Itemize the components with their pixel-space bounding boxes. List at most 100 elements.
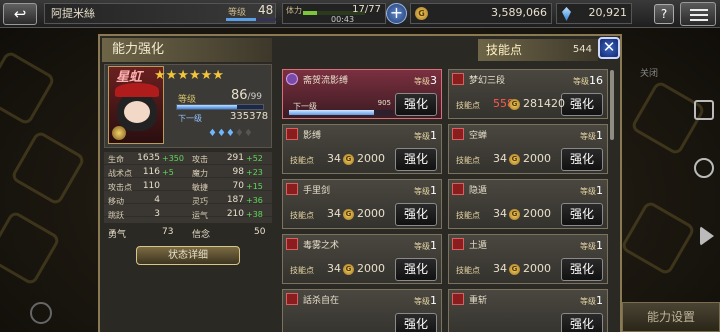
ability-level: 等级1: [580, 129, 603, 142]
ability-card[interactable]: 影缚 等级1 强化 技能点 34 G 2000: [282, 124, 442, 174]
ability-level: 等级1: [414, 239, 437, 252]
stat-name: 运气: [192, 211, 208, 220]
ability-card[interactable]: 重斩 等级1 强化: [448, 289, 608, 332]
player-exp-bar: [226, 18, 276, 21]
ability-name: 話杀自在: [303, 296, 340, 306]
ability-icon: [452, 128, 464, 140]
gil-cost: 2000: [357, 152, 385, 165]
gil-icon: G: [343, 154, 354, 165]
stat-name: 生命: [108, 155, 124, 164]
skill-points-label: 技能点: [486, 43, 523, 57]
upgrade-button[interactable]: 强化: [395, 258, 437, 281]
stat-value: 70: [232, 181, 244, 191]
gil-icon: G: [415, 7, 428, 20]
menu-button[interactable]: [680, 2, 716, 26]
ability-icon: [286, 73, 298, 85]
scrollbar[interactable]: [610, 70, 614, 140]
ability-level: 等级16: [573, 74, 603, 87]
stat-row: 攻击点 110: [104, 181, 188, 194]
ability-card[interactable]: 土遁 等级1 强化 技能点 34 G 2000: [448, 234, 608, 284]
gil-icon: G: [509, 99, 520, 110]
stat-name: 攻击点: [108, 183, 132, 192]
ability-icon: [452, 238, 464, 250]
gil-cost: 281420: [523, 97, 565, 110]
close-button[interactable]: ✕: [598, 37, 620, 59]
upgrade-button[interactable]: 强化: [561, 93, 603, 116]
upgrade-button[interactable]: 强化: [395, 313, 437, 332]
system-back-button[interactable]: [694, 100, 714, 120]
ability-card[interactable]: 毒雾之术 等级1 强化 技能点 34 G 2000: [282, 234, 442, 284]
skill-points-box: 技能点 544: [478, 39, 598, 61]
back-button[interactable]: ↩: [3, 3, 37, 25]
ability-level: 等级1: [580, 239, 603, 252]
system-play-icon[interactable]: [700, 226, 714, 246]
stat-value: 4: [154, 195, 160, 205]
upgrade-button[interactable]: 强化: [561, 258, 603, 281]
help-button[interactable]: ?: [654, 4, 674, 24]
ability-card[interactable]: 梦幻三段 等级16 强化 技能点 558 G 281420: [448, 69, 608, 119]
character-name: 星虹: [116, 70, 143, 85]
ability-card[interactable]: 斋贺流影缚 等级3 强化 下一级 905: [282, 69, 442, 119]
ability-icon: [286, 183, 298, 195]
stamina-label: 体力: [286, 6, 302, 15]
add-stamina-button[interactable]: +: [386, 3, 407, 24]
gem-box: 20,921: [556, 3, 632, 24]
stat-value: 187: [226, 195, 244, 205]
player-level-label: 等级: [228, 8, 247, 18]
skill-points-value: 544: [572, 44, 592, 55]
ability-card[interactable]: 隐遁 等级1 强化 技能点 34 G 2000: [448, 179, 608, 229]
ability-icon: [452, 293, 464, 305]
stat-name: 敏捷: [192, 183, 208, 192]
stat-value: 291: [226, 153, 244, 163]
gil-value: 3,589,066: [491, 6, 547, 19]
player-level: 48: [258, 3, 274, 17]
stamina-value: 17/77: [352, 4, 381, 15]
upgrade-button[interactable]: 强化: [561, 148, 603, 171]
ability-name: 隐遁: [469, 186, 488, 196]
status-detail-button[interactable]: 状态详细: [136, 246, 240, 265]
bravery-label: 勇气: [108, 230, 127, 240]
stat-name: 移动: [108, 197, 124, 206]
ability-level: 等级1: [414, 129, 437, 142]
upgrade-button[interactable]: 强化: [395, 203, 437, 226]
ability-level: 等级3: [414, 74, 437, 87]
upgrade-button[interactable]: 强化: [561, 203, 603, 226]
upgrade-button[interactable]: 强化: [395, 148, 437, 171]
search-icon[interactable]: [30, 302, 52, 324]
ability-set-button[interactable]: 能力设置: [622, 302, 720, 332]
gil-cost: 2000: [357, 207, 385, 220]
skill-point-cost-label: 技能点: [456, 101, 480, 110]
rarity-stars: ★★★★★★: [154, 68, 224, 83]
skill-point-cost: 34: [327, 207, 341, 220]
system-home-button[interactable]: [694, 158, 714, 178]
skill-point-cost-label: 技能点: [456, 156, 480, 165]
ability-name: 毒雾之术: [303, 241, 340, 251]
upgrade-button[interactable]: 强化: [561, 313, 603, 332]
stat-bonus: +36: [246, 196, 263, 205]
skill-point-cost: 34: [327, 262, 341, 275]
upgrade-button[interactable]: 强化: [395, 93, 437, 116]
skill-point-cost: 34: [327, 152, 341, 165]
stat-bonus: +15: [246, 182, 263, 191]
ability-progress-bar: [289, 110, 393, 115]
stat-value: 110: [142, 181, 160, 191]
ability-level: 等级1: [580, 184, 603, 197]
next-level-exp: 335378: [230, 111, 269, 122]
stamina-box: 体力 17/77 00:43: [282, 3, 386, 24]
gem-icon: [562, 7, 571, 21]
gil-cost: 2000: [523, 152, 551, 165]
ability-level: 等级1: [580, 294, 603, 307]
ability-card[interactable]: 手里剑 等级1 强化 技能点 34 G 2000: [282, 179, 442, 229]
gil-cost: 2000: [523, 262, 551, 275]
gil-icon: G: [343, 209, 354, 220]
skill-point-cost-label: 技能点: [290, 211, 314, 220]
crystal-empty-icon: ♦♦: [234, 128, 253, 139]
stat-row: 移动 4: [104, 195, 188, 208]
bravery-value: 73: [162, 227, 174, 237]
ability-card[interactable]: 話杀自在 等级1 强化: [282, 289, 442, 332]
ability-level: 等级1: [414, 184, 437, 197]
faith-value: 50: [254, 227, 266, 237]
ability-icon: [286, 238, 298, 250]
ability-card[interactable]: 空蝉 等级1 强化 技能点 34 G 2000: [448, 124, 608, 174]
stat-row: 魔力 98 +23: [188, 167, 272, 180]
